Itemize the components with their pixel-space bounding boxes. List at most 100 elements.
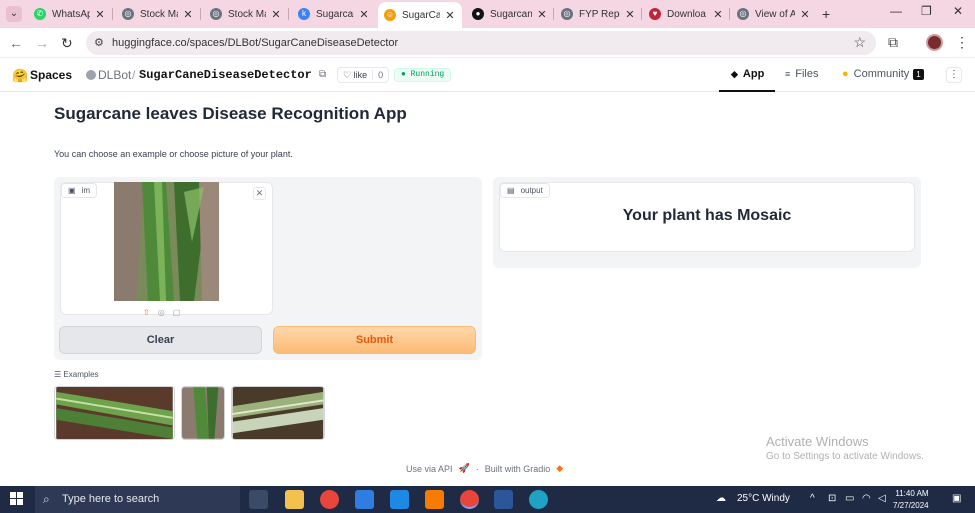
browser-tab-view[interactable]: ◎ View of A ✕ [737, 4, 811, 24]
word-icon[interactable] [494, 490, 513, 509]
built-with-gradio-link[interactable]: Built with Gradio [485, 464, 551, 474]
system-clock[interactable]: 11:40 AM 7/27/2024 [893, 488, 929, 512]
mail-icon[interactable] [390, 490, 409, 509]
output-label: ▤ output [500, 183, 550, 198]
restore-icon[interactable]: ❐ [921, 4, 932, 18]
browser-menu-icon[interactable]: ⋮ [955, 34, 969, 51]
back-icon[interactable]: ← [9, 35, 23, 51]
network-icon[interactable]: ◠ [862, 493, 871, 504]
tab-search-button[interactable]: ⌄ [6, 6, 22, 22]
space-menu-icon[interactable]: ⋮ [946, 67, 962, 83]
globe-icon: ◎ [210, 8, 222, 20]
browser-tab-whatsapp[interactable]: ✆ WhatsApp ✕ [34, 4, 106, 24]
gradio-footer: Use via API 🚀 · Built with Gradio ◆ [406, 463, 564, 474]
globe-icon: ◎ [561, 8, 573, 20]
tab-app[interactable]: ◆ App [731, 68, 764, 80]
copy-icon[interactable]: ⧉ [319, 69, 326, 80]
tab-files[interactable]: ≡ Files [785, 68, 819, 80]
edge-icon[interactable] [529, 490, 548, 509]
browser-tab-stock-2[interactable]: ◎ Stock Ma ✕ [210, 4, 282, 24]
weather-text[interactable]: 25°C Windy [737, 493, 790, 504]
forward-icon[interactable]: → [35, 35, 49, 51]
repo-name[interactable]: SugarCaneDiseaseDetector [139, 68, 312, 82]
spaces-link[interactable]: Spaces [30, 68, 72, 82]
battery-icon[interactable]: ▭ [845, 493, 854, 504]
notifications-icon[interactable]: ▣ [952, 493, 961, 504]
clear-button[interactable]: Clear [59, 326, 262, 354]
bookmark-star-icon[interactable]: ☆ [853, 34, 866, 51]
close-icon[interactable]: ✕ [712, 8, 724, 21]
url-text[interactable]: huggingface.co/spaces/DLBot/SugarCaneDis… [112, 37, 398, 49]
close-icon[interactable]: ✕ [444, 9, 456, 22]
example-thumbnail-1[interactable] [54, 386, 175, 440]
like-button[interactable]: ♡ like 0 [337, 67, 390, 83]
volume-icon[interactable]: ◁ [878, 493, 886, 504]
chrome-profile-icon[interactable] [460, 490, 479, 509]
example-thumbnail-3[interactable] [231, 386, 325, 440]
close-icon[interactable]: ✕ [94, 8, 106, 21]
browser-tab-sugarcan-active[interactable]: ☺ SugarCan ✕ [378, 2, 462, 28]
address-bar[interactable]: ⚙ huggingface.co/spaces/DLBot/SugarCaneD… [86, 31, 876, 55]
owner-link[interactable]: DLBot [98, 68, 131, 82]
browser-tab-download[interactable]: ♥ Downloa ✕ [649, 4, 724, 24]
uploaded-leaf-image [114, 182, 219, 301]
task-view-icon[interactable] [249, 490, 268, 509]
clear-image-icon[interactable]: ✕ [253, 187, 266, 200]
tray-expand-icon[interactable]: ^ [810, 493, 815, 504]
page-description: You can choose an example or choose pict… [54, 149, 293, 159]
close-icon[interactable]: ✕ [270, 8, 282, 21]
meet-now-icon[interactable]: ⊡ [828, 493, 836, 504]
weather-icon[interactable]: ☁ [716, 493, 726, 504]
k-icon: k [298, 8, 310, 20]
browser-tab-sugarcane-k[interactable]: k Sugarcane ✕ [298, 4, 370, 24]
clipboard-icon[interactable]: ▢ [173, 308, 181, 317]
close-icon[interactable]: ✕ [358, 8, 370, 21]
community-count-badge: 1 [913, 68, 924, 80]
prediction-text: Your plant has Mosaic [622, 207, 792, 224]
examples-label: ☰ Examples [54, 370, 99, 379]
taskbar-search[interactable]: ⌕ Type here to search [35, 486, 240, 513]
input-label: ▣ im [61, 183, 98, 198]
windows-start-icon[interactable] [10, 492, 24, 506]
label-icon: ▤ [507, 186, 515, 195]
heart-outline-icon: ♡ [343, 69, 352, 80]
browser-toolbar: ← → ↻ ⚙ huggingface.co/spaces/DLBot/Suga… [0, 28, 975, 58]
image-source-toolbar: ⇧ ◎ ▢ [143, 308, 180, 317]
extensions-icon[interactable]: ⧉ [888, 34, 898, 51]
active-tab-indicator [719, 90, 775, 92]
upload-icon[interactable]: ⇧ [143, 308, 150, 317]
huggingface-logo-icon[interactable]: 🤗 [12, 68, 28, 84]
new-tab-button[interactable]: + [822, 6, 830, 22]
gradio-logo-icon: ◆ [556, 463, 564, 473]
files-icon: ≡ [785, 69, 791, 79]
window-close-icon[interactable]: ✕ [953, 4, 963, 18]
chrome-icon[interactable] [320, 490, 339, 509]
windows-taskbar: ⌕ Type here to search ☁ 25°C Windy ^ ⊡ ▭… [0, 486, 975, 513]
browser-tab-stock-1[interactable]: ◎ Stock Ma ✕ [122, 4, 194, 24]
use-via-api-link[interactable]: Use via API [406, 464, 453, 474]
store-icon[interactable] [355, 490, 374, 509]
tab-community[interactable]: ● Community 1 [842, 68, 924, 80]
close-icon[interactable]: ✕ [624, 8, 636, 21]
close-icon[interactable]: ✕ [182, 8, 194, 21]
search-icon: ⌕ [43, 492, 50, 506]
minimize-icon[interactable]: — [890, 4, 902, 18]
activate-windows-subtitle: Go to Settings to activate Windows. [766, 451, 924, 462]
whatsapp-icon: ✆ [34, 8, 46, 20]
reload-icon[interactable]: ↻ [61, 35, 73, 52]
close-icon[interactable]: ✕ [799, 8, 811, 21]
globe-icon: ◎ [737, 8, 749, 20]
like-count: 0 [372, 70, 388, 80]
example-thumbnail-2[interactable] [181, 386, 225, 440]
rocket-icon: 🚀 [458, 463, 470, 473]
submit-button[interactable]: Submit [273, 326, 476, 354]
site-info-icon[interactable]: ⚙ [94, 36, 104, 49]
browser-tab-fyp[interactable]: ◎ FYP Repo ✕ [561, 4, 636, 24]
browser-tab-github[interactable]: ● Sugarcan ✕ [472, 4, 548, 24]
profile-avatar[interactable] [926, 34, 943, 51]
vlc-icon[interactable] [425, 490, 444, 509]
file-explorer-icon[interactable] [285, 490, 304, 509]
close-icon[interactable]: ✕ [536, 8, 548, 21]
image-icon: ▣ [68, 186, 76, 195]
webcam-icon[interactable]: ◎ [158, 308, 165, 317]
